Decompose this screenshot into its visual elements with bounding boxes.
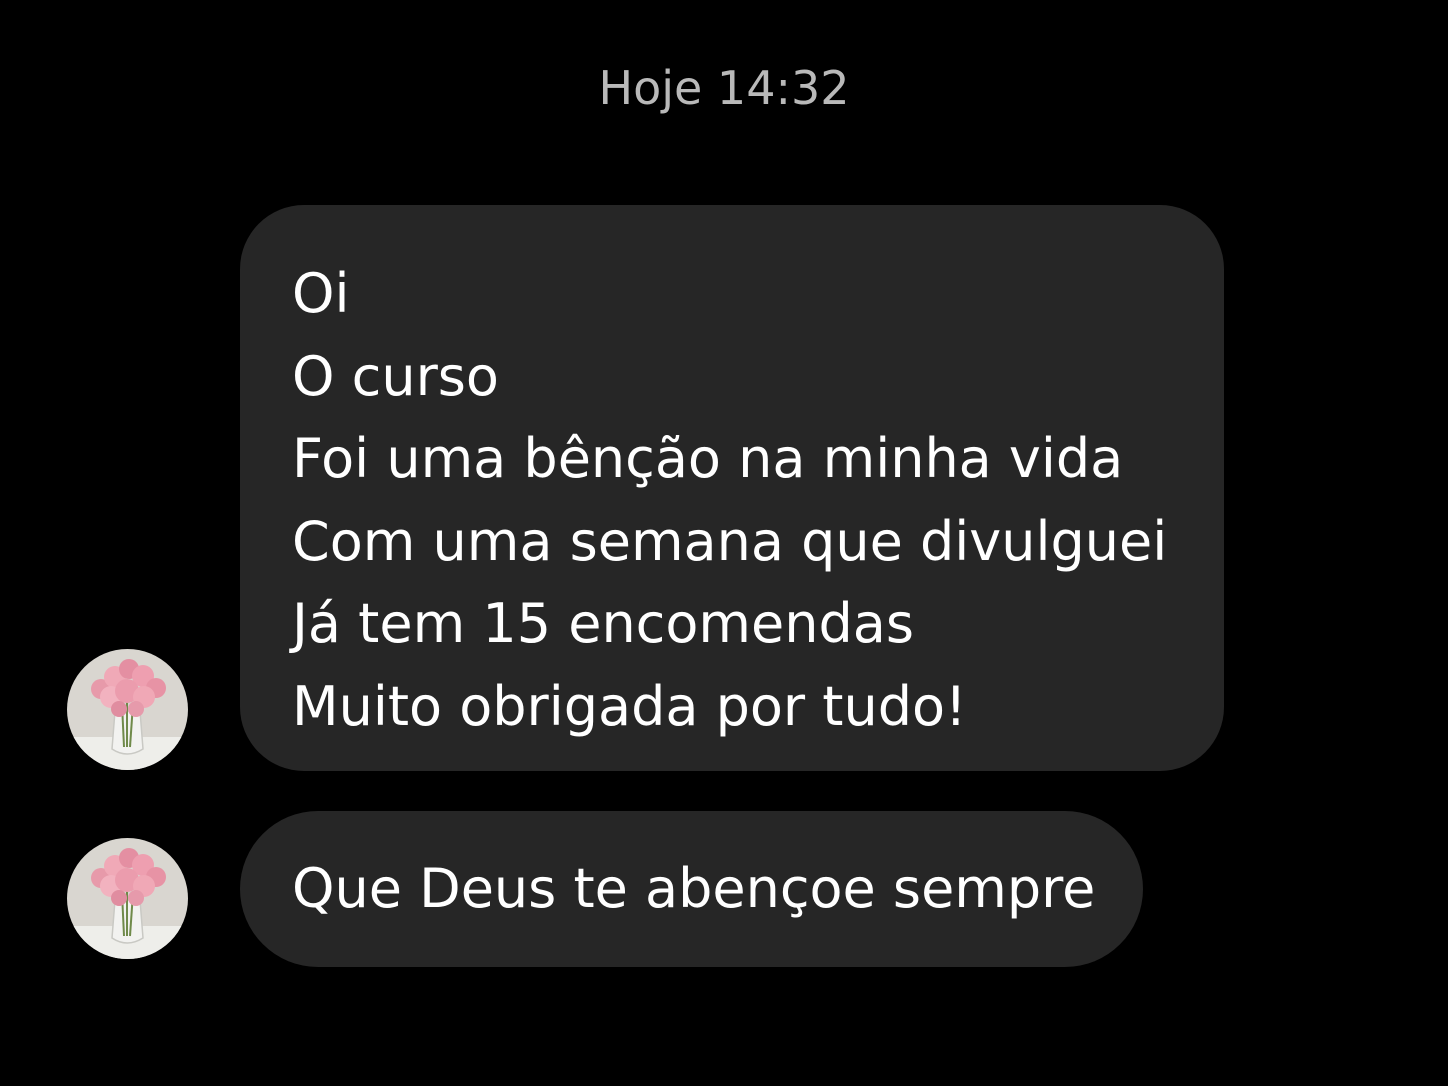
message-bubble[interactable]: Oi O curso Foi uma bênção na minha vida … [240, 205, 1224, 771]
pink-roses-vase-icon [67, 838, 188, 959]
message-line: Já tem 15 encomendas [292, 592, 914, 655]
pink-roses-vase-icon [67, 649, 188, 770]
message-line: Muito obrigada por tudo! [292, 674, 967, 738]
message-line: Com uma semana que divulguei [292, 509, 1168, 573]
message-line: O curso [292, 344, 499, 408]
contact-avatar[interactable] [67, 649, 188, 770]
message-line: Foi uma bênção na minha vida [292, 427, 1124, 490]
message-bubble[interactable]: Que Deus te abençoe sempre [240, 811, 1143, 967]
message-line: Oi [292, 262, 350, 325]
chat-timestamp: Hoje 14:32 [598, 61, 850, 115]
message-line: Que Deus te abençoe sempre [292, 857, 1096, 920]
contact-avatar[interactable] [67, 838, 188, 959]
